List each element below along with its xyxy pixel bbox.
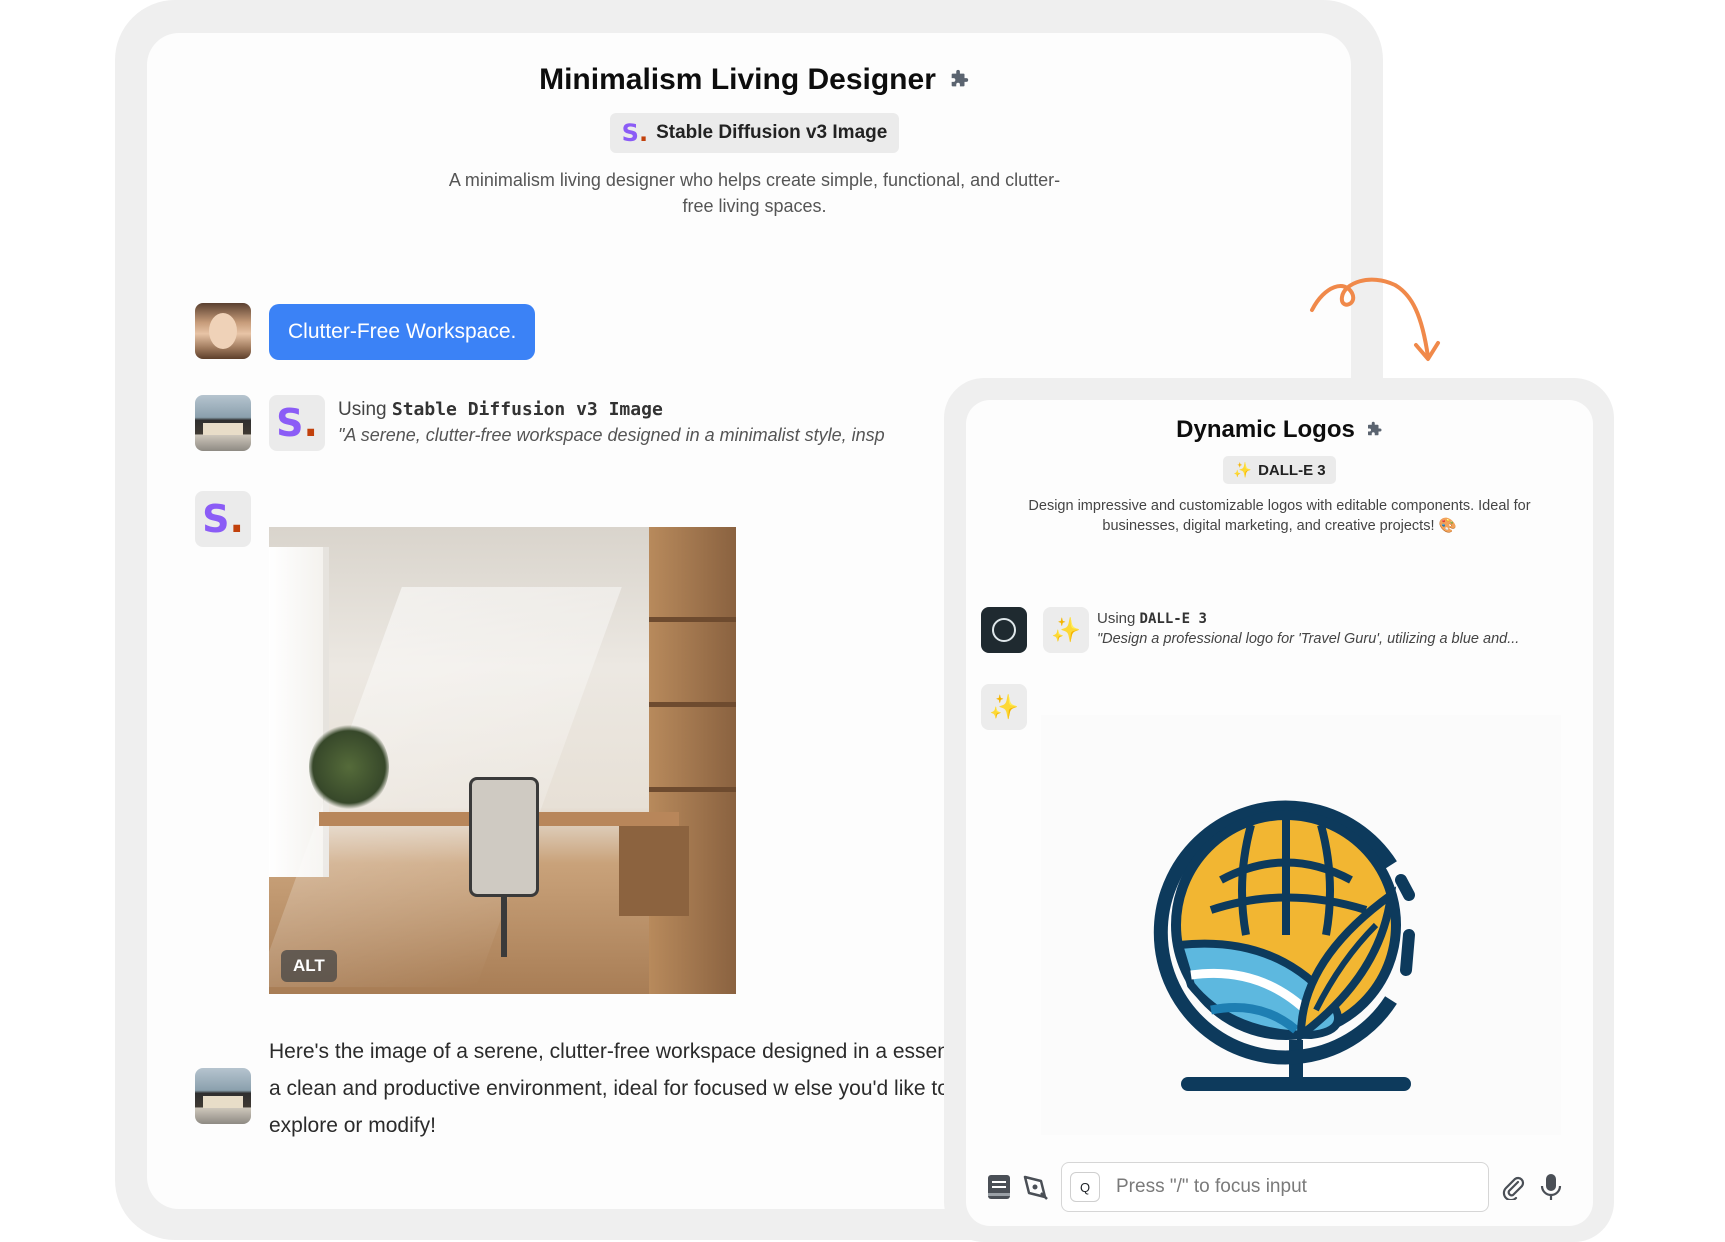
dalle-badge-label: DALL-E 3 bbox=[1258, 461, 1326, 479]
secondary-title: Dynamic Logos bbox=[1176, 416, 1383, 444]
secondary-header: Dynamic Logos ✨ DALL-E 3 Design impressi… bbox=[966, 416, 1593, 536]
tool-call-line: Using Stable Diffusion v3 Image bbox=[338, 399, 663, 420]
dalle-tool-prompt: "Design a professional logo for 'Travel … bbox=[1097, 631, 1520, 647]
sparkle-tool-icon: ✨ bbox=[1043, 607, 1089, 653]
assistant-avatar bbox=[195, 395, 251, 451]
input-placeholder: Press "/" to focus input bbox=[1116, 1176, 1307, 1197]
user-message-bubble: Clutter-Free Workspace. bbox=[269, 304, 536, 360]
book-icon[interactable] bbox=[984, 1172, 1014, 1202]
tool-prompt: "A serene, clutter-free workspace design… bbox=[338, 425, 885, 445]
model-badge-label: Stable Diffusion v3 Image bbox=[656, 122, 888, 143]
generated-logo-image[interactable] bbox=[1041, 715, 1561, 1135]
globe-avatar bbox=[981, 607, 1027, 653]
stable-diffusion-result-icon: S. bbox=[195, 491, 251, 547]
dalle-model-badge[interactable]: ✨ DALL-E 3 bbox=[1223, 456, 1336, 484]
curved-arrow-icon bbox=[1310, 277, 1440, 361]
puzzle-icon[interactable] bbox=[1365, 421, 1383, 439]
stable-diffusion-tool-icon: S. bbox=[269, 395, 325, 451]
model-badge[interactable]: S. Stable Diffusion v3 Image bbox=[609, 113, 900, 153]
stable-diffusion-logo-icon: S. bbox=[621, 119, 649, 147]
assistant-avatar-reply bbox=[195, 1068, 251, 1124]
main-header: Minimalism Living Designer S. Stable Dif… bbox=[147, 63, 1351, 219]
page-title: Minimalism Living Designer bbox=[539, 63, 970, 97]
sparkle-result-icon: ✨ bbox=[981, 684, 1027, 730]
travel-globe-logo bbox=[1153, 800, 1415, 1091]
tool-name: Stable Diffusion v3 Image bbox=[391, 399, 663, 420]
message-input[interactable]: Q Press "/" to focus input bbox=[1061, 1162, 1489, 1212]
microphone-icon[interactable] bbox=[1536, 1172, 1566, 1202]
pen-tool-icon[interactable] bbox=[1020, 1172, 1050, 1202]
page-title-text: Minimalism Living Designer bbox=[539, 63, 936, 96]
secondary-title-text: Dynamic Logos bbox=[1176, 416, 1355, 443]
paperclip-icon[interactable] bbox=[1498, 1172, 1528, 1202]
alt-text-badge[interactable]: ALT bbox=[281, 950, 337, 982]
puzzle-icon[interactable] bbox=[948, 69, 970, 91]
dalle-tool-name: DALL-E 3 bbox=[1139, 611, 1207, 627]
generated-workspace-image[interactable]: ALT bbox=[269, 527, 736, 994]
sparkle-icon: ✨ bbox=[1233, 462, 1253, 479]
assistant-reply: Here's the image of a serene, clutter-fr… bbox=[269, 1040, 995, 1137]
secondary-description: Design impressive and customizable logos… bbox=[1028, 498, 1531, 534]
secondary-chat-panel: Dynamic Logos ✨ DALL-E 3 Design impressi… bbox=[966, 400, 1593, 1226]
dalle-tool-call-line: Using DALL-E 3 bbox=[1097, 610, 1207, 627]
assistant-description: A minimalism living designer who helps c… bbox=[448, 170, 1061, 216]
search-icon: Q bbox=[1070, 1172, 1100, 1202]
user-avatar bbox=[195, 303, 251, 359]
message-composer: Q Press "/" to focus input bbox=[976, 1160, 1576, 1214]
